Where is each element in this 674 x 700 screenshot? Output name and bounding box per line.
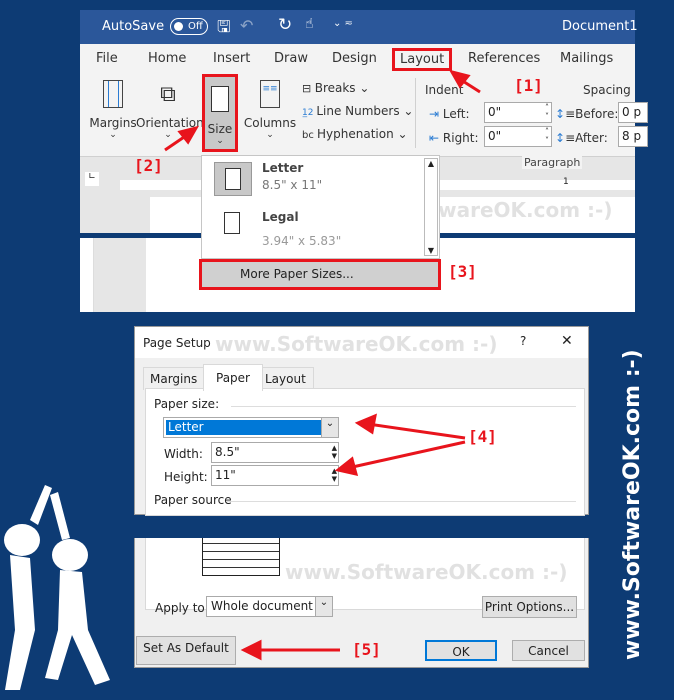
annotation-2: [2] (134, 156, 163, 175)
arrow-4a (367, 422, 466, 440)
mascot-figures-logo (4, 485, 110, 690)
annotation-4: [4] (468, 427, 497, 446)
arrow-4b (347, 440, 466, 470)
arrowhead-4a (354, 413, 377, 435)
side-watermark: www.SoftwareOK.com :-) (620, 349, 645, 660)
annotation-5: [5] (352, 640, 381, 659)
dialog-tab-paper[interactable]: Paper (203, 364, 263, 391)
annotation-1: [1] (514, 76, 543, 95)
arrowhead-5 (240, 639, 262, 661)
arrowhead-4b (334, 456, 359, 477)
paragraph-group-label: Paragraph (522, 156, 583, 169)
annotation-3: [3] (448, 262, 477, 281)
